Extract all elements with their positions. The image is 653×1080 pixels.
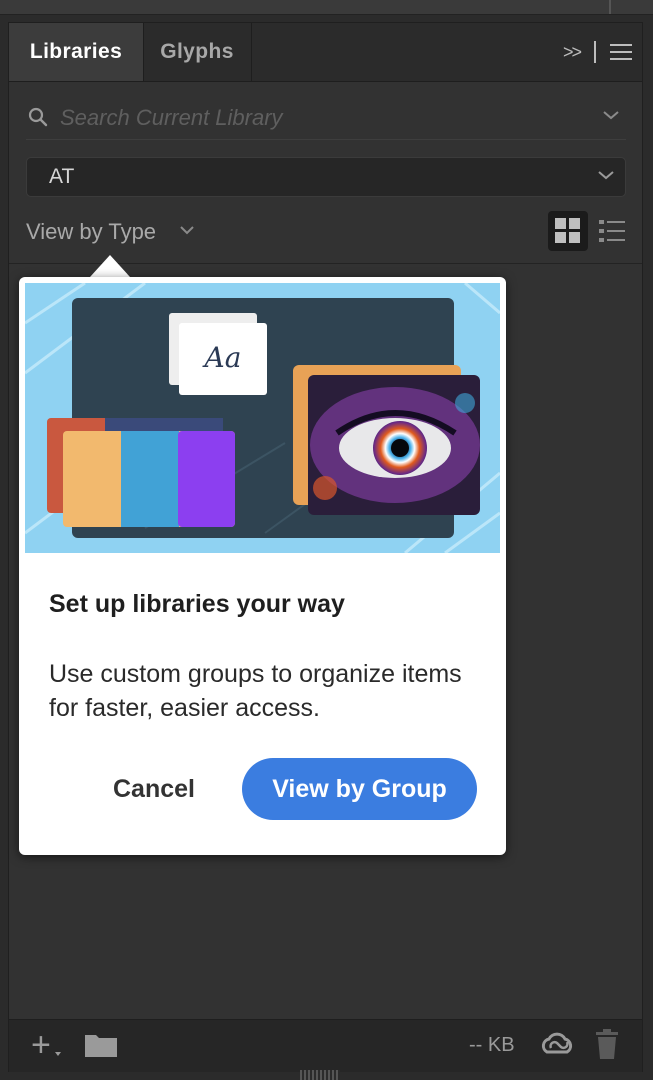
popover-title: Set up libraries your way (49, 590, 345, 618)
view-by-group-button[interactable]: View by Group (242, 758, 477, 820)
add-icon[interactable]: + (31, 1028, 51, 1062)
illustration: Aa (25, 283, 500, 553)
tab-glyphs[interactable]: Glyphs (143, 23, 252, 81)
hamburger-menu-icon[interactable] (610, 44, 632, 60)
list-view-icon[interactable] (598, 217, 626, 245)
view-by-dropdown[interactable]: View by Type (26, 219, 156, 245)
chevron-down-icon (598, 171, 614, 180)
chevron-down-icon[interactable] (602, 109, 620, 121)
cancel-button[interactable]: Cancel (79, 759, 229, 819)
library-dropdown-value: AT (49, 165, 75, 188)
search-bar (26, 97, 626, 140)
aa-card-text: Aa (202, 341, 242, 374)
panel-controls: >> (563, 23, 632, 81)
library-dropdown[interactable]: AT (26, 157, 626, 197)
search-input[interactable] (58, 101, 582, 135)
double-chevron-right-icon[interactable]: >> (563, 42, 582, 63)
add-menu-caret (55, 1052, 61, 1056)
window-divider (609, 0, 611, 14)
panel-footer: + -- KB (9, 1019, 642, 1072)
popover-arrow (90, 255, 130, 277)
trash-icon[interactable] (595, 1028, 619, 1060)
popover-body: Use custom groups to organize items for … (49, 660, 462, 722)
panel-tab-bar: Libraries Glyphs >> (9, 23, 642, 82)
grid-view-button[interactable] (548, 211, 588, 251)
tab-libraries[interactable]: Libraries (9, 23, 144, 81)
toolbar-divider (594, 41, 596, 63)
chevron-down-icon[interactable] (179, 225, 195, 235)
library-illustration: Aa (25, 283, 500, 553)
search-icon (28, 107, 48, 127)
folder-icon[interactable] (84, 1032, 118, 1058)
storage-size: -- KB (469, 1034, 515, 1056)
creative-cloud-sync-icon[interactable] (539, 1030, 575, 1060)
view-controls: View by Type (26, 211, 626, 253)
onboarding-popover: Aa Set up libraries your way Use custom … (19, 277, 506, 855)
resize-grip[interactable] (300, 1070, 340, 1080)
window-top-strip (0, 0, 653, 15)
